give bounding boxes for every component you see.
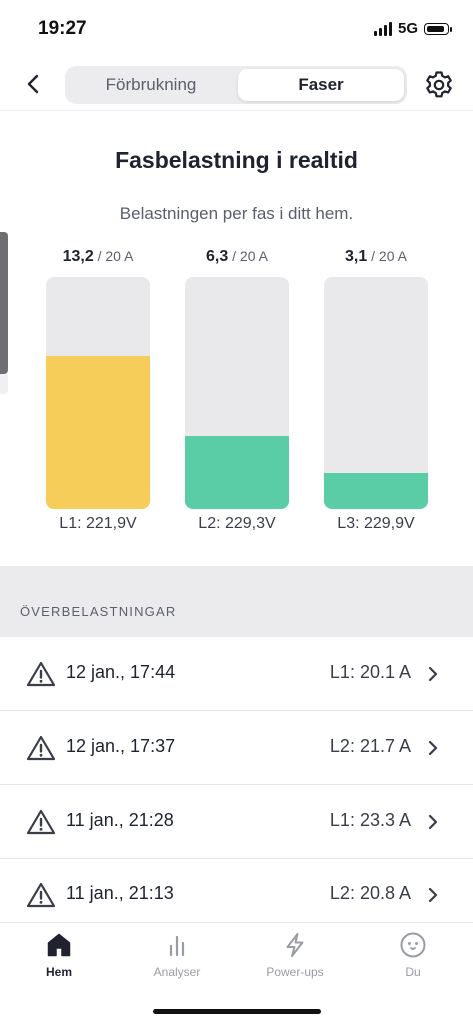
page-subtitle: Belastningen per fas i ditt hem. — [119, 204, 354, 223]
chevron-right-icon — [428, 814, 438, 830]
tab-label: Du — [405, 965, 421, 979]
phase-bar-track — [324, 277, 428, 509]
phase-reading: 13,2 / 20 A — [46, 245, 150, 267]
overload-date: 12 jan., 17:37 — [66, 736, 176, 756]
lightning-icon — [286, 933, 304, 957]
profile-face-icon — [400, 932, 426, 958]
phase-current: 3,1 — [345, 248, 368, 265]
section-heading: ÖVERBELASTNINGAR — [20, 604, 177, 619]
phase-voltage: L2: 229,3V — [198, 515, 276, 532]
tab-power-ups[interactable]: Power-ups — [236, 931, 354, 979]
nav-bar: Förbrukning Faser — [0, 60, 473, 111]
warning-icon — [26, 661, 56, 687]
phase-bar-track — [46, 277, 150, 509]
phase-current: 13,2 — [62, 248, 94, 265]
tab-forbrukning[interactable]: Förbrukning — [68, 69, 234, 101]
cellular-signal-icon — [373, 21, 392, 36]
back-button[interactable] — [22, 70, 48, 98]
overload-row[interactable]: 12 jan., 17:44 L1: 20.1 A — [0, 637, 473, 711]
tab-analyser[interactable]: Analyser — [118, 931, 236, 979]
segmented-control: Förbrukning Faser — [65, 66, 407, 104]
scroll-indicator — [0, 232, 8, 394]
bar-chart-icon — [169, 935, 185, 957]
chevron-right-icon — [428, 740, 438, 756]
home-indicator — [153, 1009, 321, 1014]
phase-bar-fill — [324, 473, 428, 509]
overload-value: L1: 23.3 A — [329, 810, 411, 830]
page-title: Fasbelastning i realtid — [115, 147, 358, 173]
overload-row[interactable]: 11 jan., 21:13 L2: 20.8 A — [0, 858, 473, 931]
chevron-right-icon — [428, 666, 438, 682]
phase-reading: 6,3 / 20 A — [185, 245, 289, 267]
tab-du[interactable]: Du — [354, 931, 472, 979]
phase-max: / 20 A — [232, 248, 268, 264]
gear-icon — [426, 71, 452, 98]
chevron-right-icon — [428, 887, 438, 903]
status-bar: 19:27 5G — [0, 0, 473, 60]
phase-voltage: L1: 221,9V — [59, 515, 137, 532]
tab-label: Hem — [45, 965, 72, 979]
home-icon — [47, 933, 71, 957]
overload-value: L1: 20.1 A — [329, 662, 411, 682]
overload-date: 12 jan., 17:44 — [66, 662, 176, 682]
scroll-thumb — [0, 232, 8, 374]
tab-hem[interactable]: Hem — [0, 931, 118, 979]
network-type: 5G — [397, 20, 418, 37]
warning-icon — [26, 809, 56, 835]
overload-date: 11 jan., 21:13 — [66, 883, 174, 903]
phase-l3: 3,1 / 20 A L3: 229,9V — [324, 245, 428, 532]
tab-label: Analyser — [153, 965, 201, 979]
warning-icon — [26, 882, 56, 908]
overloads-section-header: ÖVERBELASTNINGAR — [0, 566, 473, 637]
overload-date: 11 jan., 21:28 — [66, 810, 174, 830]
overload-row[interactable]: 12 jan., 17:37 L2: 21.7 A — [0, 711, 473, 785]
status-indicators: 5G — [373, 20, 452, 37]
warning-icon — [26, 735, 56, 761]
phase-reading: 3,1 / 20 A — [324, 245, 428, 267]
overload-row[interactable]: 11 jan., 21:28 L1: 23.3 A — [0, 785, 473, 859]
phase-bar-track — [185, 277, 289, 509]
phase-current: 6,3 — [206, 248, 229, 265]
status-time: 19:27 — [38, 18, 87, 39]
phase-l2: 6,3 / 20 A L2: 229,3V — [185, 245, 289, 532]
chevron-left-icon — [27, 74, 39, 94]
settings-button[interactable] — [423, 69, 455, 101]
phase-max: / 20 A — [97, 248, 134, 264]
tab-faser[interactable]: Faser — [238, 69, 404, 101]
battery-icon — [424, 22, 452, 35]
phase-max: / 20 A — [371, 248, 407, 264]
overload-value: L2: 20.8 A — [329, 883, 411, 903]
overload-value: L2: 21.7 A — [329, 736, 411, 756]
tab-label: Power-ups — [266, 965, 324, 979]
phase-bar-fill — [46, 355, 150, 509]
phase-voltage: L3: 229,9V — [337, 515, 415, 532]
phase-bar-fill — [185, 435, 289, 509]
phase-l1: 13,2 / 20 A L1: 221,9V — [46, 245, 150, 532]
